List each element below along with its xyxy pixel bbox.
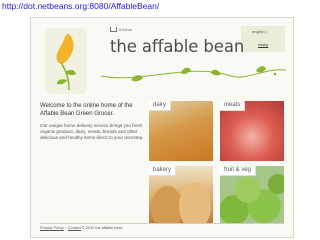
- cart-icon: [110, 27, 117, 32]
- bean-logo-icon: [56, 33, 76, 91]
- contact-link[interactable]: Contact: [68, 226, 81, 230]
- category-label: fruit & veg: [220, 166, 257, 176]
- logo[interactable]: [45, 28, 87, 94]
- category-meats[interactable]: meats: [220, 101, 284, 161]
- language-toggle: english | česky: [241, 26, 285, 52]
- category-label: bakery: [149, 166, 177, 176]
- welcome-text: Our unique home delivery service brings …: [40, 123, 144, 141]
- language-english[interactable]: english |: [252, 29, 267, 34]
- copyright: © 2010 the affable bean: [82, 226, 123, 230]
- category-label: dairy: [149, 101, 172, 111]
- site-title: the affable bean: [110, 37, 245, 56]
- cart-count: 0 items: [119, 27, 132, 32]
- footer: Privacy Policy :: Contact © 2010 the aff…: [40, 223, 284, 230]
- page-container: 0 items english | česky the affable bean…: [30, 17, 294, 238]
- language-czech-link[interactable]: česky: [258, 42, 268, 47]
- privacy-policy-link[interactable]: Privacy Policy: [40, 226, 64, 230]
- category-bakery[interactable]: bakery: [149, 166, 213, 223]
- shopping-cart[interactable]: 0 items: [110, 27, 132, 32]
- footer-separator: ::: [64, 226, 67, 230]
- category-fruit-veg[interactable]: fruit & veg: [220, 166, 284, 223]
- browser-url[interactable]: http://dot.netbeans.org:8080/AffableBean…: [2, 1, 159, 11]
- welcome-heading: Welcome to the online home of the Affabl…: [40, 103, 133, 117]
- welcome-section: Welcome to the online home of the Affabl…: [40, 103, 144, 142]
- category-dairy[interactable]: dairy: [149, 101, 213, 161]
- category-label: meats: [220, 101, 246, 111]
